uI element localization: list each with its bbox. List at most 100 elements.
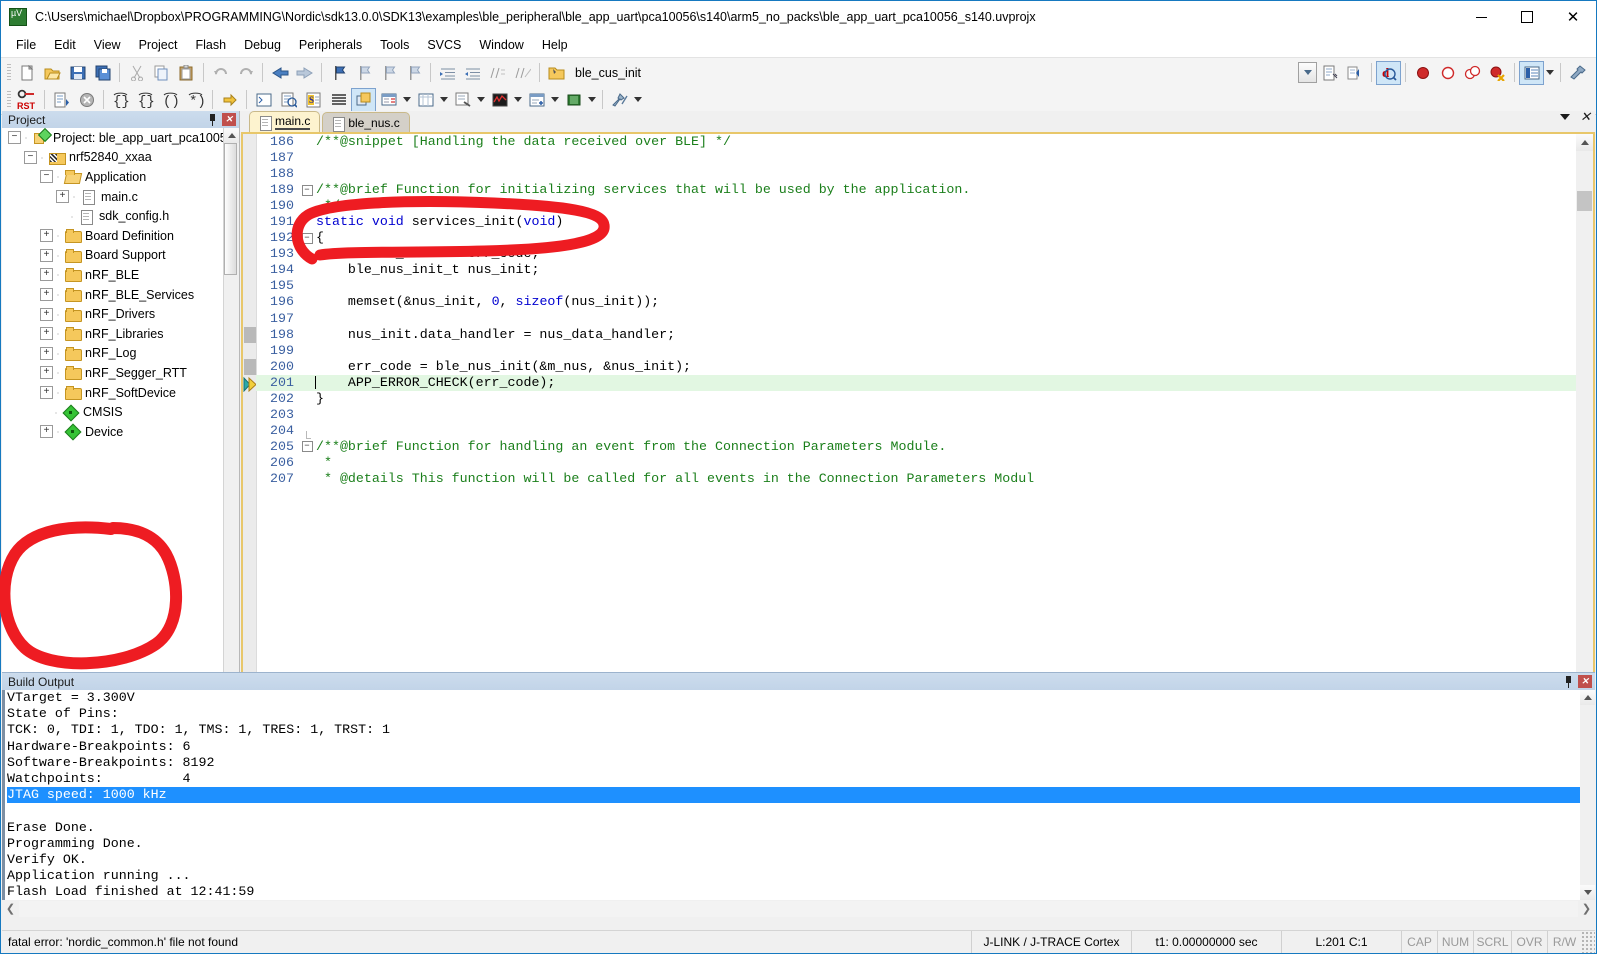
sidebar-item-device[interactable]: + Device xyxy=(2,422,224,442)
watch-window-icon[interactable] xyxy=(376,88,401,112)
open-file-icon[interactable] xyxy=(40,61,65,85)
fold-gutter[interactable]: − xyxy=(300,232,314,244)
editor-tab-ble-nus-c[interactable]: ble_nus.c xyxy=(322,112,410,132)
sidebar-item-board-support[interactable]: + Board Support xyxy=(2,245,224,266)
step-over-icon[interactable]: {} xyxy=(133,88,158,112)
memory-window-icon[interactable] xyxy=(1519,60,1544,85)
tools-dropdown-icon[interactable] xyxy=(632,88,644,112)
project-tree-vertical-scrollbar[interactable] xyxy=(223,128,239,698)
code-line-current[interactable]: 201 APP_ERROR_CHECK(err_code); xyxy=(256,374,1576,391)
command-window-icon[interactable] xyxy=(251,88,276,112)
watch-window-dropdown-icon[interactable] xyxy=(401,88,413,112)
goto-definition-icon[interactable] xyxy=(1342,61,1367,85)
trace-dropdown-icon[interactable] xyxy=(549,88,561,112)
build-output-text[interactable]: VTarget = 3.300V State of Pins: TCK: 0, … xyxy=(2,690,1580,900)
trace-icon[interactable] xyxy=(524,88,549,112)
tools-icon[interactable] xyxy=(607,88,632,112)
menu-help[interactable]: Help xyxy=(533,35,577,55)
fold-collapse-icon[interactable]: − xyxy=(301,441,313,453)
comment-icon[interactable] xyxy=(485,61,510,85)
breakpoint-toggle-icon[interactable] xyxy=(1460,61,1485,85)
serial-window-icon[interactable] xyxy=(450,88,475,112)
expander-icon[interactable]: + xyxy=(40,248,53,262)
symbol-combo-value[interactable]: ble_cus_init xyxy=(575,66,641,80)
sidebar-item-cmsis[interactable]: CMSIS xyxy=(2,402,224,422)
maximize-button[interactable] xyxy=(1504,1,1550,33)
fold-gutter[interactable]: − xyxy=(300,441,314,453)
expander-icon[interactable]: − xyxy=(24,150,37,164)
scroll-up-icon[interactable] xyxy=(224,128,239,143)
close-icon[interactable]: ✕ xyxy=(1578,675,1592,688)
bookmark-toggle-icon[interactable] xyxy=(326,61,351,85)
sidebar-item-nrf-ble-services[interactable]: + nRF_BLE_Services xyxy=(2,285,224,305)
analysis-window-dropdown-icon[interactable] xyxy=(512,88,524,112)
sidebar-item-nrf-ble[interactable]: + nRF_BLE xyxy=(2,265,224,285)
stop-icon[interactable] xyxy=(74,88,99,112)
undo-icon[interactable] xyxy=(208,61,233,85)
breakpoint-icon[interactable] xyxy=(1410,61,1435,85)
serial-window-dropdown-icon[interactable] xyxy=(475,88,487,112)
fold-gutter[interactable]: − xyxy=(300,184,314,196)
reset-cpu-icon[interactable]: RST xyxy=(15,88,40,112)
memory-window-dropdown-icon[interactable] xyxy=(1544,61,1556,85)
expander-icon[interactable]: + xyxy=(40,307,53,321)
step-out-icon[interactable]: () xyxy=(158,88,183,112)
show-statement-icon[interactable] xyxy=(217,88,242,112)
paste-icon[interactable] xyxy=(174,61,199,85)
resize-grip-icon[interactable] xyxy=(1581,930,1595,953)
scroll-right-icon[interactable]: ❯ xyxy=(1578,901,1595,917)
scroll-up-icon[interactable] xyxy=(1576,134,1593,151)
breakpoint-disable-icon[interactable] xyxy=(1435,61,1460,85)
bookmark-prev-icon[interactable] xyxy=(351,61,376,85)
close-icon[interactable]: ✕ xyxy=(222,113,236,126)
expander-icon[interactable]: + xyxy=(40,366,53,380)
memory-dropdown-icon[interactable] xyxy=(438,88,450,112)
menu-project[interactable]: Project xyxy=(130,35,187,55)
navigate-forward-icon[interactable] xyxy=(292,61,317,85)
copy-icon[interactable] xyxy=(149,61,174,85)
project-tree[interactable]: − Project: ble_app_uart_pca10056_s − nrf… xyxy=(2,128,224,698)
fold-collapse-icon[interactable]: − xyxy=(301,232,313,244)
editor-vertical-scrollbar[interactable] xyxy=(1576,134,1593,715)
sidebar-item-nrf-softdevice[interactable]: + nRF_SoftDevice xyxy=(2,383,224,403)
dropdown-button-icon[interactable] xyxy=(1298,62,1317,83)
build-output-vertical-scrollbar[interactable] xyxy=(1580,690,1595,900)
disassembly-icon[interactable] xyxy=(276,88,301,112)
menu-file[interactable]: File xyxy=(7,35,45,55)
sidebar-item-nrf-drivers[interactable]: + nRF_Drivers xyxy=(2,304,224,324)
menu-tools[interactable]: Tools xyxy=(371,35,418,55)
insert-bookmark-icon[interactable] xyxy=(1317,61,1342,85)
toolbar-grip[interactable] xyxy=(7,63,11,82)
expander-icon[interactable]: + xyxy=(56,190,69,204)
configure-icon[interactable] xyxy=(1565,61,1590,85)
pin-icon[interactable] xyxy=(207,113,218,126)
scroll-left-icon[interactable]: ❮ xyxy=(2,901,19,917)
menu-svcs[interactable]: SVCS xyxy=(418,35,470,55)
expander-icon[interactable]: + xyxy=(40,327,53,341)
hscroll-track[interactable] xyxy=(19,900,1578,917)
save-all-icon[interactable] xyxy=(90,61,115,85)
indent-icon[interactable] xyxy=(435,61,460,85)
close-button[interactable]: ✕ xyxy=(1550,1,1596,33)
fold-collapse-icon[interactable]: − xyxy=(301,184,313,196)
call-stack-icon[interactable] xyxy=(351,87,376,112)
expander-icon[interactable]: + xyxy=(40,229,53,243)
cut-icon[interactable] xyxy=(124,61,149,85)
sidebar-item-main-c[interactable]: + main.c xyxy=(2,187,224,207)
menu-flash[interactable]: Flash xyxy=(186,35,235,55)
sidebar-item-sdk-config-h[interactable]: sdk_config.h xyxy=(2,206,224,226)
sidebar-item-project[interactable]: − Project: ble_app_uart_pca10056_s xyxy=(2,128,224,148)
sidebar-item-nrf-libraries[interactable]: + nRF_Libraries xyxy=(2,324,224,344)
scroll-up-icon[interactable] xyxy=(1580,690,1595,705)
save-icon[interactable] xyxy=(65,61,90,85)
toolbar-grip[interactable] xyxy=(7,90,11,109)
registers-icon[interactable] xyxy=(326,88,351,112)
menu-edit[interactable]: Edit xyxy=(45,35,85,55)
expander-icon[interactable]: − xyxy=(8,131,21,145)
expander-icon[interactable]: + xyxy=(40,288,53,302)
pin-icon[interactable] xyxy=(1563,675,1574,688)
editor-breakpoint-margin[interactable] xyxy=(243,134,257,715)
expander-icon[interactable]: + xyxy=(40,386,53,400)
expander-icon[interactable]: − xyxy=(40,170,53,184)
menu-peripherals[interactable]: Peripherals xyxy=(290,35,371,55)
